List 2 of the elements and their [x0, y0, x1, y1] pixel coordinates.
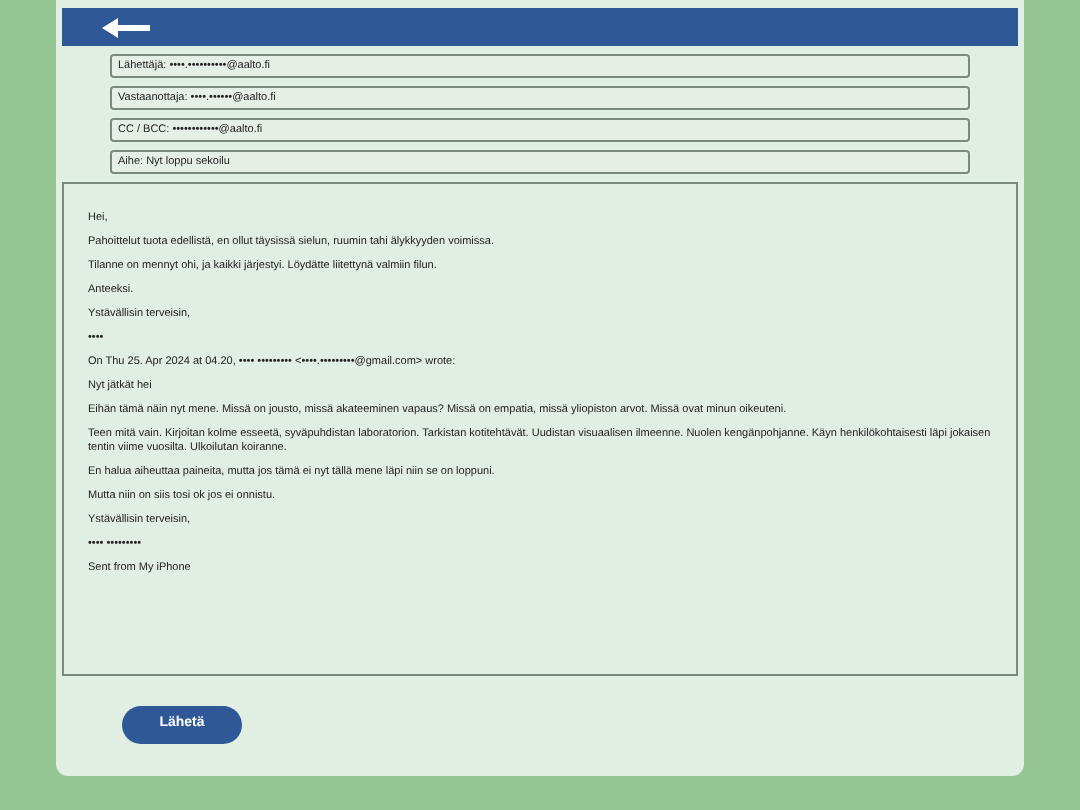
back-arrow-icon[interactable] — [102, 17, 150, 37]
message-body[interactable] — [62, 182, 1018, 676]
